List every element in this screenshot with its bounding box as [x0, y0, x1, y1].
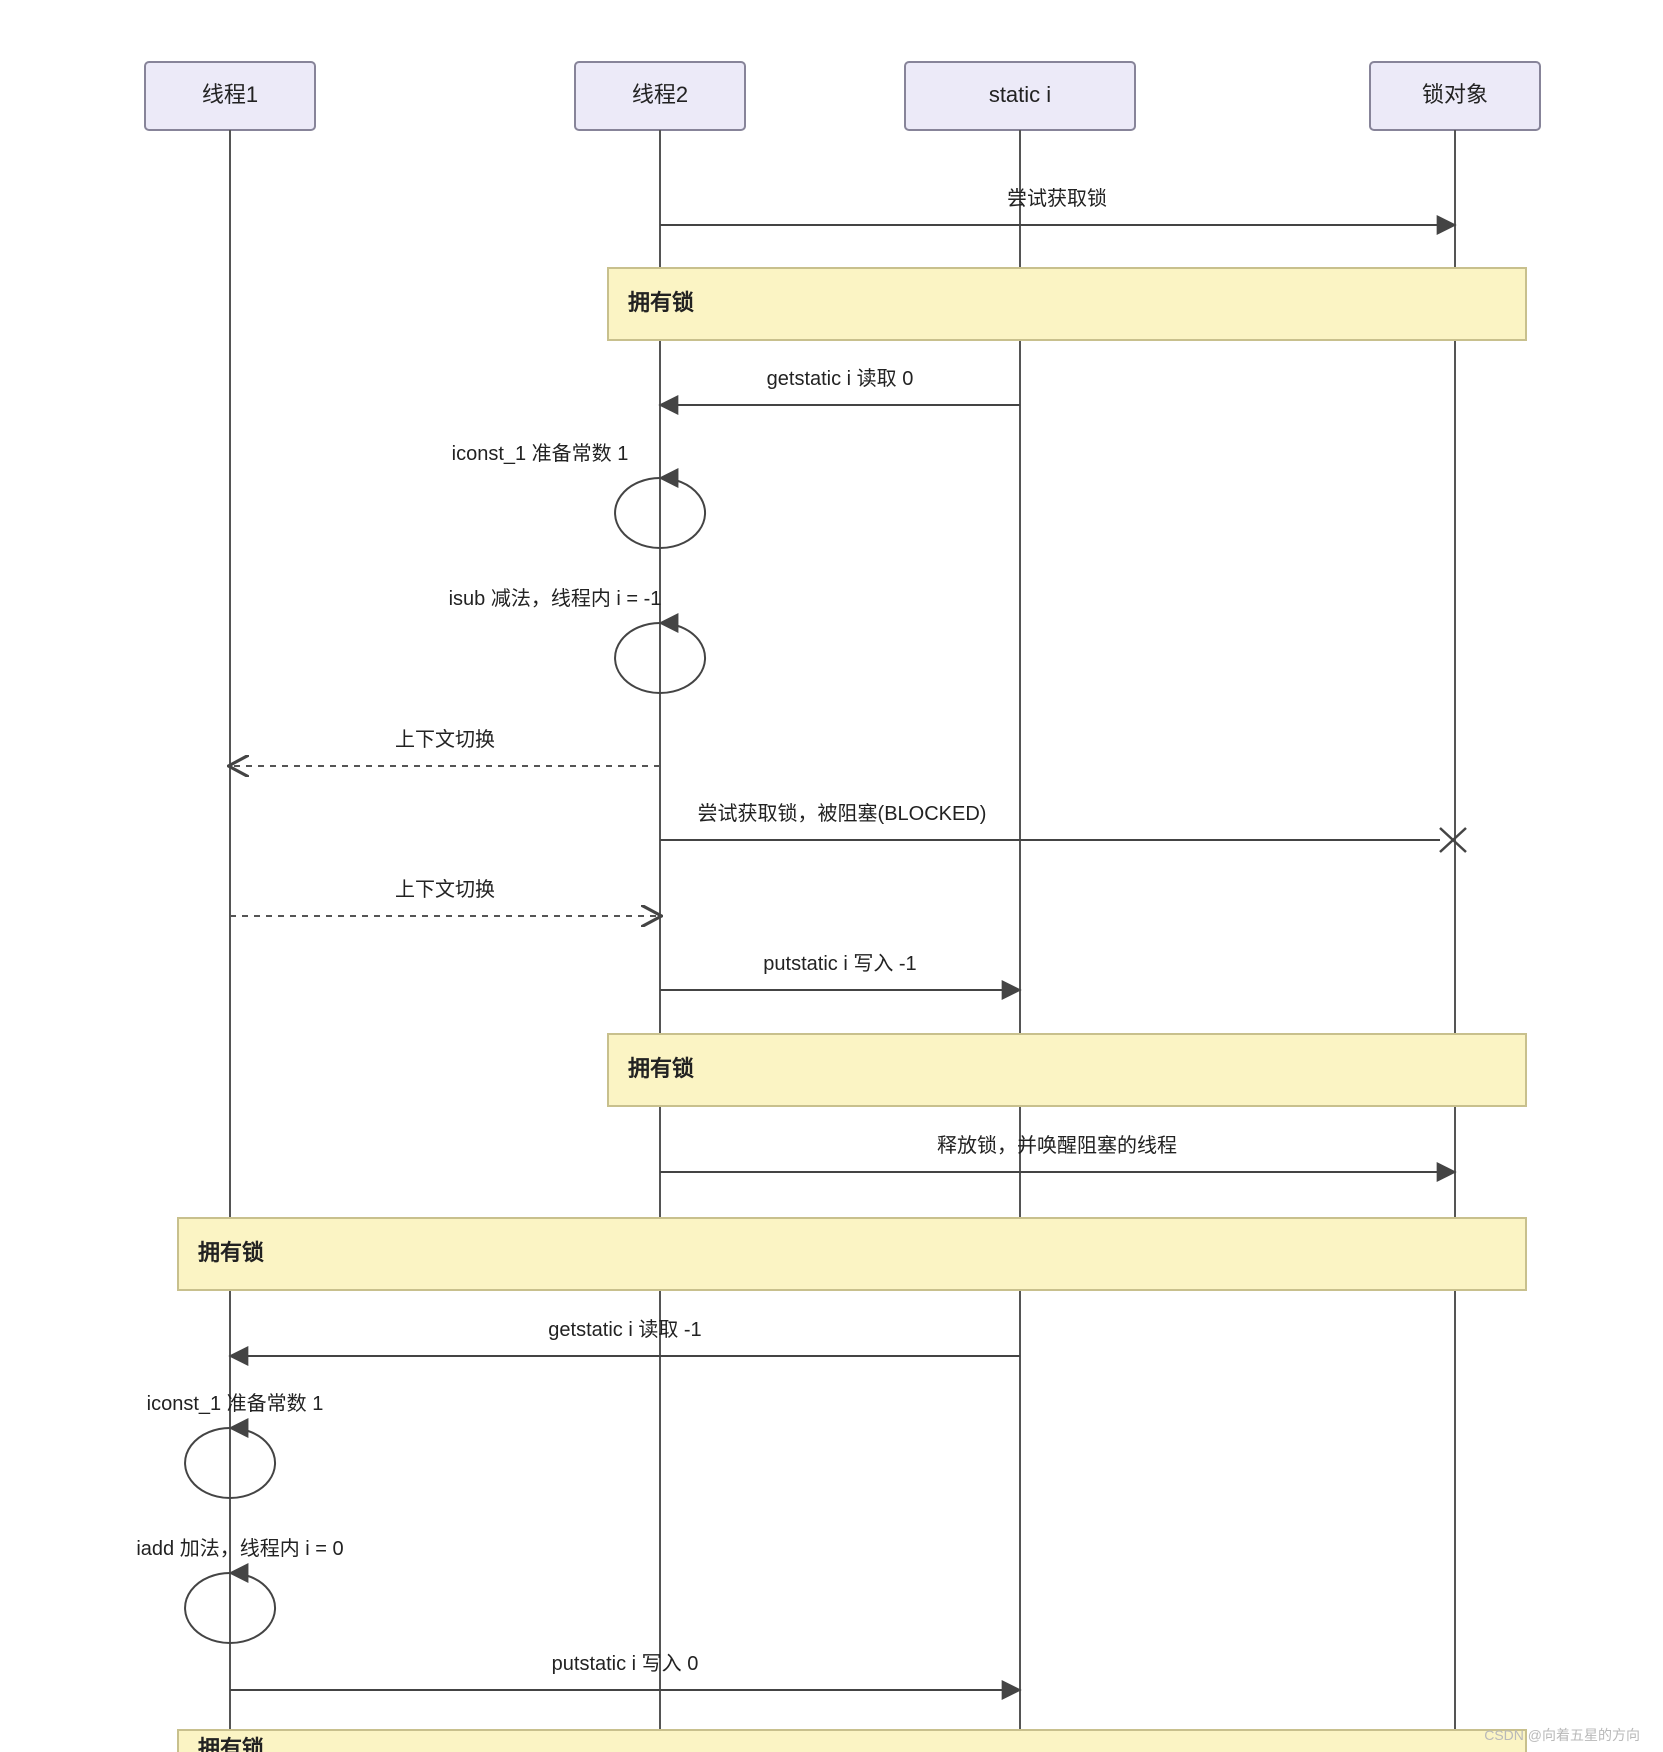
fragment-label: 拥有锁 [628, 290, 694, 315]
watermark-text: CSDN @向着五星的方向 [1484, 1727, 1640, 1743]
message-label: 上下文切换 [395, 878, 495, 901]
message-label: getstatic i 读取 0 [767, 367, 914, 390]
fragment-label: 拥有锁 [198, 1736, 264, 1752]
message-label: 释放锁，并唤醒阻塞的线程 [937, 1134, 1177, 1157]
fragment-owns-lock-2: 拥有锁 [608, 1034, 1526, 1106]
message-label: 尝试获取锁，被阻塞(BLOCKED) [698, 802, 987, 825]
message-label: 上下文切换 [395, 728, 495, 751]
message-label: putstatic i 写入 -1 [763, 953, 916, 975]
message-label: getstatic i 读取 -1 [548, 1318, 701, 1341]
message-label: isub 减法，线程内 i = -1 [449, 587, 662, 610]
message-label: 尝试获取锁 [1007, 187, 1107, 210]
message-label: iconst_1 准备常数 1 [147, 1392, 324, 1415]
participant-label: 线程1 [202, 82, 258, 107]
participant-label: static i [989, 82, 1051, 107]
fragment-owns-lock-4: 拥有锁 [178, 1730, 1526, 1752]
message-label: iadd 加法，线程内 i = 0 [136, 1537, 343, 1560]
fragment-owns-lock-1: 拥有锁 [608, 268, 1526, 340]
participant-thread2: 线程2 [575, 62, 745, 130]
participant-static-i: static i [905, 62, 1135, 130]
participant-thread1: 线程1 [145, 62, 315, 130]
message-label: iconst_1 准备常数 1 [452, 442, 629, 465]
fragment-owns-lock-3: 拥有锁 [178, 1218, 1526, 1290]
fragment-label: 拥有锁 [628, 1056, 694, 1081]
fragment-label: 拥有锁 [198, 1240, 264, 1265]
participant-lock: 锁对象 [1370, 62, 1540, 130]
sequence-diagram: 线程1 线程2 static i 锁对象 尝试获取锁 拥有锁 getstatic… [0, 0, 1663, 1752]
message-label: putstatic i 写入 0 [552, 1653, 699, 1675]
participant-label: 锁对象 [1422, 82, 1488, 107]
x-head-icon [1440, 828, 1466, 852]
participant-label: 线程2 [632, 82, 688, 107]
